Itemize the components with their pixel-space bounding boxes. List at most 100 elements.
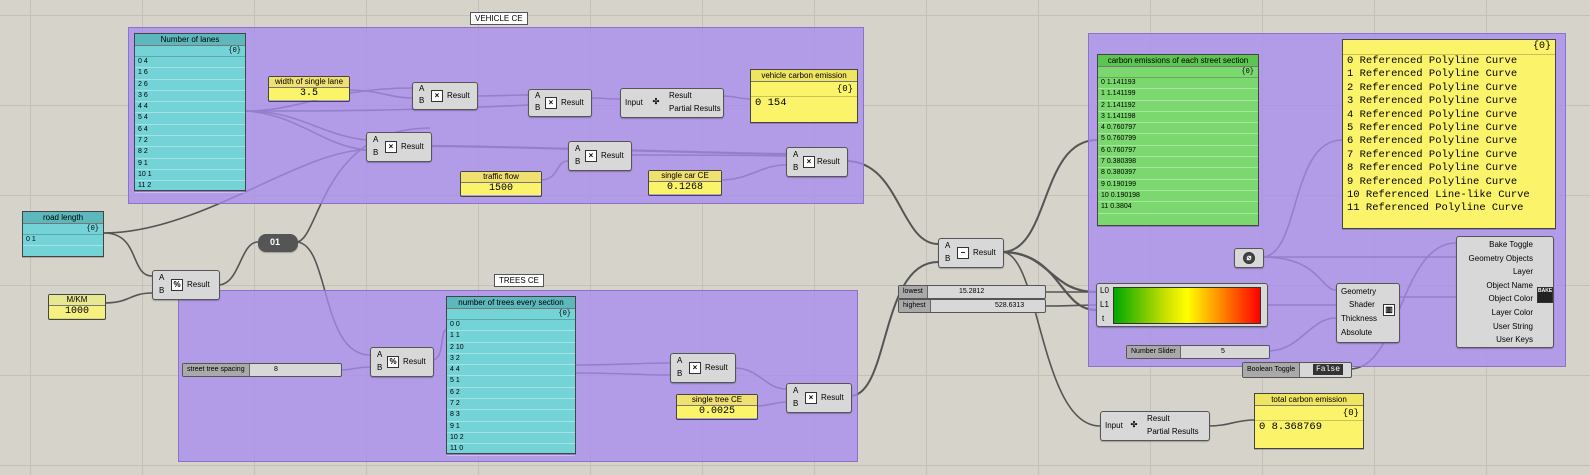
slider-value[interactable]: 5 xyxy=(1221,346,1225,358)
input-b[interactable]: B xyxy=(575,157,580,166)
bake-input-geometry-objects[interactable]: Geometry Objects xyxy=(1469,254,1533,263)
multiply-component[interactable]: A B × Result xyxy=(366,132,432,162)
multiply-component[interactable]: A B × Result xyxy=(786,147,848,177)
mkm-param[interactable]: M/KM 1000 xyxy=(48,294,106,320)
vehicle-carbon-emission-panel[interactable]: vehicle carbon emission {0} 0 154 xyxy=(750,69,858,123)
bake-input-bake-toggle[interactable]: Bake Toggle xyxy=(1489,240,1533,249)
multiply-component[interactable]: A B × Result xyxy=(786,383,852,413)
panel-row: 0 Referenced Polyline Curve xyxy=(1347,55,1518,67)
input-a[interactable]: A xyxy=(377,350,382,359)
bake-component[interactable]: Bake Toggle Geometry Objects Layer Object N… xyxy=(1456,236,1554,348)
output-result[interactable]: Result xyxy=(447,91,470,100)
slider-value[interactable]: 8 xyxy=(274,364,278,376)
output-partial-results[interactable]: Partial Results xyxy=(1147,427,1199,436)
input-shader[interactable]: Shader xyxy=(1349,300,1375,309)
number-slider[interactable]: Number Slider 5 xyxy=(1126,345,1270,359)
input-a[interactable]: A xyxy=(793,150,798,159)
input-a[interactable]: A xyxy=(677,356,682,365)
input-b[interactable]: B xyxy=(159,286,164,295)
toggle-value[interactable]: False xyxy=(1313,364,1344,375)
input-a[interactable]: A xyxy=(419,84,424,93)
bake-input-user-string[interactable]: User String xyxy=(1493,322,1533,331)
wire xyxy=(1001,139,1098,253)
output-result[interactable]: Result xyxy=(705,363,728,372)
single-car-ce-param[interactable]: single car CE 0.1268 xyxy=(648,170,722,196)
output-partial-results[interactable]: Partial Results xyxy=(669,104,721,113)
geometry-param[interactable]: ⌀ xyxy=(1234,248,1264,268)
boolean-toggle[interactable]: Boolean Toggle False xyxy=(1242,362,1352,378)
output-result[interactable]: Result xyxy=(561,98,584,107)
total-carbon-emission-panel[interactable]: total carbon emission {0} 0 8.368769 xyxy=(1254,393,1364,449)
width-single-lane-param[interactable]: width of single lane 3.5 xyxy=(268,76,350,102)
multiply-component[interactable]: A B × Result xyxy=(568,141,632,171)
gradient-bar[interactable] xyxy=(1113,287,1261,324)
mass-addition-component[interactable]: Input ✣ Result Partial Results xyxy=(1100,411,1210,441)
subtraction-component[interactable]: A B − Result xyxy=(938,238,1004,268)
number-of-lanes-panel[interactable]: Number of lanes {0} 0 41 62 63 64 45 46 … xyxy=(134,33,246,193)
input-b[interactable]: B xyxy=(793,163,798,172)
multiply-component[interactable]: A B × Result xyxy=(528,89,592,117)
input-l1[interactable]: L1 xyxy=(1100,300,1109,309)
road-length-panel[interactable]: road length {0} 0 1 xyxy=(22,211,104,257)
number-of-trees-panel[interactable]: number of trees every section {0} 0 01 1… xyxy=(446,296,576,456)
wire xyxy=(1207,419,1255,427)
output-result[interactable]: Result xyxy=(821,393,844,402)
slider-value[interactable]: 528.6313 xyxy=(995,300,1024,312)
input-a[interactable]: A xyxy=(793,386,798,395)
bake-input-user-keys[interactable]: User Keys xyxy=(1496,335,1533,344)
panel-row: 9 0.190199 xyxy=(1098,180,1258,191)
param-title: single tree CE xyxy=(677,395,757,406)
input-l0[interactable]: L0 xyxy=(1100,286,1109,295)
highest-slider[interactable]: highest 528.6313 xyxy=(898,299,1046,313)
panel-title: Number of lanes xyxy=(135,34,245,46)
multiply-component[interactable]: A B × Result xyxy=(670,353,736,383)
bake-input-layer[interactable]: Layer xyxy=(1513,267,1533,276)
input-b[interactable]: B xyxy=(793,399,798,408)
input-a[interactable]: A xyxy=(945,241,950,250)
input-input[interactable]: Input xyxy=(1105,421,1123,430)
input-absolute[interactable]: Absolute xyxy=(1341,328,1372,337)
output-result[interactable]: Result xyxy=(187,280,210,289)
slider-value[interactable]: 15.2812 xyxy=(959,286,984,298)
relay-component[interactable]: 01 xyxy=(258,234,298,252)
input-geometry[interactable]: Geometry xyxy=(1341,287,1376,296)
single-tree-ce-param[interactable]: single tree CE 0.0025 xyxy=(676,394,758,420)
output-result[interactable]: Result xyxy=(1147,414,1170,423)
output-result[interactable]: Result xyxy=(669,91,692,100)
panel-row: 2 Referenced Polyline Curve xyxy=(1347,81,1518,94)
input-a[interactable]: A xyxy=(373,135,378,144)
output-result[interactable]: Result xyxy=(601,151,624,160)
bake-input-layer-color[interactable]: Layer Color xyxy=(1492,308,1533,317)
panel-row: 8 0.380397 xyxy=(1098,168,1258,180)
input-t[interactable]: t xyxy=(1102,314,1104,323)
output-result[interactable]: Result xyxy=(401,142,424,151)
output-result[interactable]: Result xyxy=(973,248,996,257)
input-b[interactable]: B xyxy=(377,363,382,372)
gradient-component[interactable]: L0 L1 t xyxy=(1096,283,1268,327)
geometry-panel[interactable]: {0} 0 Referenced Polyline Curve 1 Referen… xyxy=(1342,39,1556,229)
mass-addition-component[interactable]: Input ✣ Result Partial Results xyxy=(620,88,724,118)
panel-row: 5 4 xyxy=(135,113,245,125)
bake-input-object-name[interactable]: Object Name xyxy=(1486,281,1533,290)
custom-preview-component[interactable]: Geometry Shader Thickness Absolute ▥ xyxy=(1336,283,1400,343)
traffic-flow-param[interactable]: traffic flow 1500 xyxy=(460,171,542,197)
street-tree-spacing-slider[interactable]: street tree spacing 8 xyxy=(182,363,342,377)
input-input[interactable]: Input xyxy=(625,98,643,107)
division-component[interactable]: A B % Result xyxy=(370,347,434,377)
lowest-slider[interactable]: lowest 15.2812 xyxy=(898,285,1046,299)
bake-input-object-color[interactable]: Object Color xyxy=(1489,294,1533,303)
output-result[interactable]: Result xyxy=(403,357,426,366)
input-b[interactable]: B xyxy=(535,103,540,112)
multiply-component[interactable]: A B × Result xyxy=(412,82,478,110)
input-thickness[interactable]: Thickness xyxy=(1341,314,1377,323)
input-a[interactable]: A xyxy=(535,91,540,100)
input-b[interactable]: B xyxy=(419,96,424,105)
input-b[interactable]: B xyxy=(945,254,950,263)
input-a[interactable]: A xyxy=(159,273,164,282)
input-a[interactable]: A xyxy=(575,144,580,153)
carbon-emissions-section-panel[interactable]: carbon emissions of each street section … xyxy=(1097,54,1259,226)
division-component[interactable]: A B % Result xyxy=(152,270,220,300)
input-b[interactable]: B xyxy=(677,369,682,378)
output-result[interactable]: Result xyxy=(817,157,840,166)
input-b[interactable]: B xyxy=(373,148,378,157)
